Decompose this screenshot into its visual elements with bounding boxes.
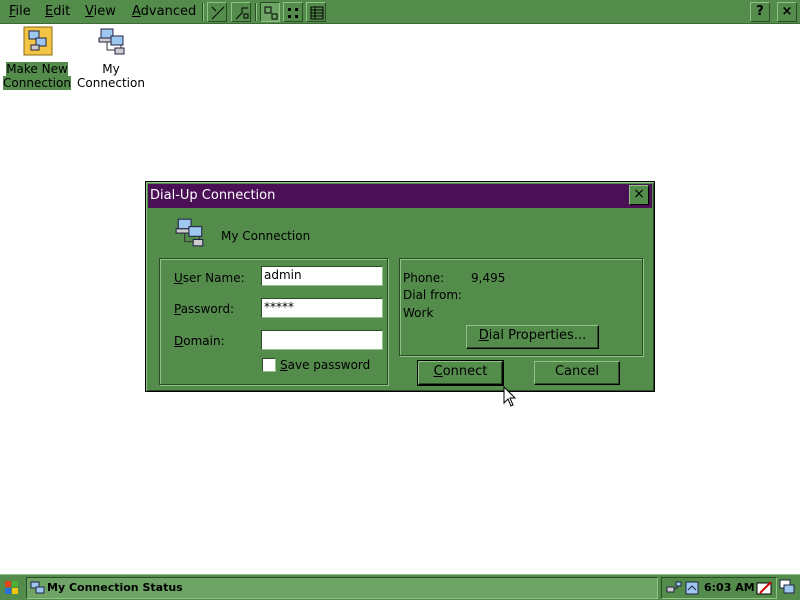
- clock[interactable]: 6:03 AM: [704, 581, 755, 595]
- domain-field[interactable]: [261, 330, 383, 350]
- menu-bar: File Edit View Advanced ? ×: [0, 0, 800, 24]
- dial-from-label: Dial from:: [403, 288, 463, 302]
- taskbar-item-label: My Connection Status: [47, 581, 183, 594]
- dialog-close-button[interactable]: ×: [629, 185, 649, 205]
- connected-icon[interactable]: [684, 580, 700, 596]
- dial-from-value: Work: [403, 306, 434, 320]
- toolbar-separator: [255, 3, 257, 21]
- large-icons-button[interactable]: [260, 2, 280, 22]
- username-field[interactable]: admin: [261, 266, 383, 286]
- small-icons-icon: [288, 8, 298, 18]
- mouse-cursor-icon: [503, 386, 517, 407]
- make-new-connection-label: Make New Connection: [3, 62, 71, 90]
- menu-view[interactable]: View: [85, 3, 116, 20]
- my-connection-icon-item[interactable]: My Connection: [76, 26, 146, 92]
- dial-properties-button[interactable]: Dial Properties...: [466, 325, 599, 349]
- password-label: Password:: [174, 302, 235, 316]
- phone-label: Phone:: [403, 271, 445, 285]
- connection-icon: [174, 216, 206, 248]
- toolbar-separator: [202, 3, 204, 21]
- connection-icon: [97, 26, 127, 56]
- username-label: User Name:: [174, 271, 245, 285]
- large-icons-icon: [264, 6, 278, 20]
- windows-logo-icon: [5, 581, 18, 594]
- network-tool-icon: [235, 7, 249, 20]
- network-connection-icon[interactable]: [666, 580, 682, 596]
- desktop-switch-icon[interactable]: [779, 579, 797, 597]
- dial-up-dialog: Dial-Up Connection My Connection User Na…: [145, 181, 655, 392]
- disconnect-tool-button[interactable]: [231, 2, 251, 22]
- password-field[interactable]: *****: [261, 298, 383, 318]
- small-icons-button[interactable]: [283, 2, 303, 22]
- details-view-button[interactable]: [306, 2, 326, 22]
- menu-edit[interactable]: Edit: [45, 3, 70, 20]
- connect-button[interactable]: Connect: [417, 360, 504, 386]
- connection-status-icon: [30, 581, 45, 594]
- start-button[interactable]: [1, 577, 23, 599]
- menu-file[interactable]: File: [9, 3, 31, 20]
- cancel-button[interactable]: Cancel: [534, 361, 620, 385]
- my-connection-label: My Connection: [77, 62, 145, 90]
- dialog-title: Dial-Up Connection: [148, 184, 652, 208]
- cable-icon: [211, 6, 225, 20]
- phone-value: 9,495: [471, 271, 506, 285]
- make-new-connection-icon-item[interactable]: Make New Connection: [2, 26, 72, 92]
- connection-name: My Connection: [221, 229, 311, 243]
- taskbar-item-connection-status[interactable]: My Connection Status: [26, 577, 658, 599]
- menu-advanced[interactable]: Advanced: [132, 3, 196, 20]
- make-new-connection-icon: [23, 26, 53, 56]
- save-password-checkbox[interactable]: [262, 358, 276, 372]
- domain-label: Domain:: [174, 334, 225, 348]
- taskbar: My Connection Status 6:03 AM: [0, 574, 800, 600]
- connect-tool-button[interactable]: [207, 2, 227, 22]
- input-panel-icon[interactable]: [756, 579, 774, 597]
- details-icon: [310, 6, 324, 20]
- help-button[interactable]: ?: [750, 2, 770, 22]
- save-password-label: Save password: [280, 358, 371, 372]
- window-close-button[interactable]: ×: [777, 2, 797, 22]
